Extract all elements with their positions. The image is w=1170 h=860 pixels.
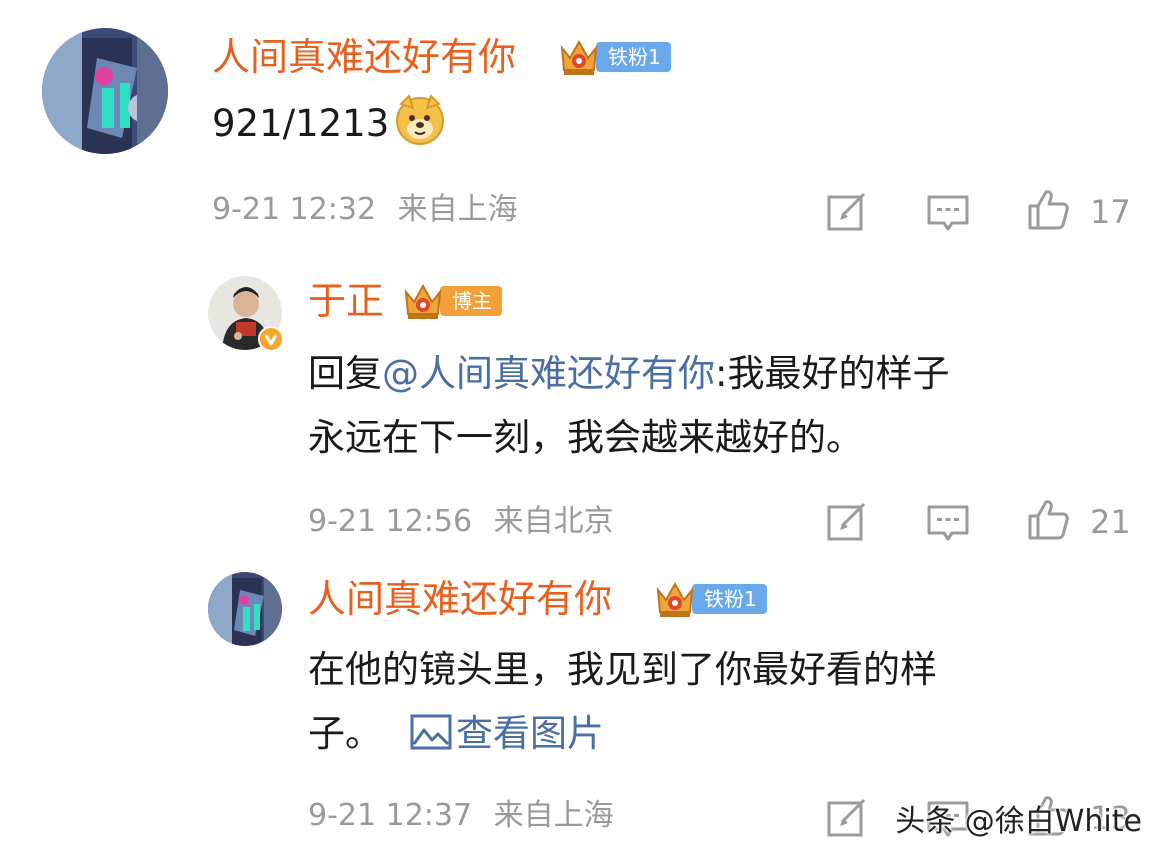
mention-link[interactable]: @人间真难还好有你 <box>382 352 715 395</box>
share-icon[interactable] <box>826 190 870 234</box>
like-icon[interactable] <box>1026 498 1070 542</box>
verified-icon <box>258 326 284 352</box>
fan-badge[interactable]: 铁粉1 <box>652 581 767 617</box>
crown-icon <box>560 39 598 75</box>
badge-label: 博主 <box>440 286 502 316</box>
crown-icon <box>404 283 442 319</box>
comment-location: 来自上海 <box>493 798 614 833</box>
host-badge[interactable]: 博主 <box>400 283 502 319</box>
comment-location: 来自北京 <box>493 504 614 539</box>
username[interactable]: 于正 <box>308 278 384 324</box>
like-count: 17 <box>1090 193 1131 231</box>
comment-2: 于正 博主 回复@人间真难还好有你:我最好的样子 永远在下一刻，我会越来越好的。… <box>0 250 1170 560</box>
comment-location: 来自上海 <box>397 192 518 227</box>
comment-text: 在他的镜头里，我见到了你最好看的样 子。 查看图片 <box>308 638 1128 766</box>
comment-icon[interactable] <box>926 192 970 236</box>
image-icon <box>410 714 452 750</box>
username[interactable]: 人间真难还好有你 <box>212 34 516 80</box>
avatar[interactable] <box>208 572 282 646</box>
comment-content: 921/1213 <box>212 102 390 145</box>
comment-line-1: 回复@人间真难还好有你:我最好的样子 <box>308 342 1128 406</box>
fan-badge[interactable]: 铁粉1 <box>556 39 671 75</box>
comment-meta: 9-21 12:56 来自北京 <box>308 502 614 542</box>
comment-line-2: 永远在下一刻，我会越来越好的。 <box>308 416 863 459</box>
comment-time: 9-21 12:37 <box>308 798 473 833</box>
username[interactable]: 人间真难还好有你 <box>308 576 612 622</box>
share-icon[interactable] <box>826 500 870 544</box>
comment-text: 921/1213 <box>212 92 447 156</box>
comment-line-2: 子。 查看图片 <box>308 702 1128 766</box>
comment-time: 9-21 12:32 <box>212 192 377 227</box>
comment-text: 回复@人间真难还好有你:我最好的样子 永远在下一刻，我会越来越好的。 <box>308 342 1128 470</box>
comment-meta: 9-21 12:32 来自上海 <box>212 190 518 230</box>
comment-line-1: 在他的镜头里，我见到了你最好看的样 <box>308 648 937 691</box>
doge-emoji <box>396 94 445 145</box>
reply-prefix: 回复 <box>308 352 382 395</box>
avatar[interactable] <box>42 28 168 154</box>
watermark: 头条 @徐白White <box>895 804 1142 839</box>
like-icon[interactable] <box>1026 188 1070 232</box>
comment-content: :我最好的样子 <box>715 352 950 395</box>
view-image-link[interactable]: 查看图片 <box>410 712 604 755</box>
comment-1: 人间真难还好有你 铁粉1 921/1213 9-21 12:32 来自上海 17 <box>0 0 1170 250</box>
comment-icon[interactable] <box>926 502 970 546</box>
share-icon[interactable] <box>826 796 870 840</box>
like-count: 21 <box>1090 503 1131 541</box>
badge-label: 铁粉1 <box>692 584 767 614</box>
comment-time: 9-21 12:56 <box>308 504 473 539</box>
comment-content: 子。 <box>308 712 382 755</box>
badge-label: 铁粉1 <box>596 42 671 72</box>
comment-meta: 9-21 12:37 来自上海 <box>308 796 614 836</box>
crown-icon <box>656 581 694 617</box>
view-image-label: 查看图片 <box>456 712 604 755</box>
